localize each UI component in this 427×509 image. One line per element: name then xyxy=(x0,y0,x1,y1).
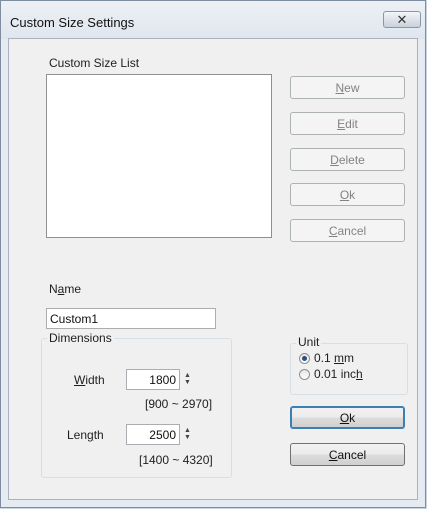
radio-unchecked-icon[interactable] xyxy=(299,368,310,380)
length-range: [1400 ~ 4320] xyxy=(139,453,213,467)
edit-button[interactable]: Edit xyxy=(290,112,405,135)
list-ok-button[interactable]: Ok xyxy=(290,183,405,206)
close-button[interactable]: ✕ xyxy=(383,11,421,28)
spin-down-icon[interactable]: ▼ xyxy=(184,379,191,386)
ok-button[interactable]: Ok xyxy=(290,406,405,429)
spin-up-icon[interactable]: ▲ xyxy=(184,427,191,434)
custom-size-listbox[interactable] xyxy=(46,74,272,238)
name-input[interactable] xyxy=(46,308,216,329)
delete-button[interactable]: Delete xyxy=(290,148,405,171)
width-input[interactable] xyxy=(126,369,180,390)
length-input[interactable] xyxy=(126,424,180,445)
unit-label: Unit xyxy=(296,335,322,349)
unit-option-mm[interactable]: 0.1 mm xyxy=(299,351,354,365)
spin-down-icon[interactable]: ▼ xyxy=(184,434,191,441)
name-label: Name xyxy=(49,282,82,296)
custom-size-list-label: Custom Size List xyxy=(49,56,140,70)
new-button[interactable]: New xyxy=(290,76,405,99)
spin-up-icon[interactable]: ▲ xyxy=(184,372,191,379)
width-range: [900 ~ 2970] xyxy=(145,397,213,411)
cancel-button[interactable]: Cancel xyxy=(290,443,405,466)
close-icon: ✕ xyxy=(396,12,408,27)
length-spinner[interactable]: ▲ ▼ xyxy=(183,426,192,442)
width-label: Width xyxy=(74,373,105,387)
width-spinner[interactable]: ▲ ▼ xyxy=(183,371,192,387)
list-cancel-button[interactable]: Cancel xyxy=(290,219,405,242)
dimensions-label: Dimensions xyxy=(47,331,114,345)
radio-checked-icon[interactable] xyxy=(299,352,310,364)
title-bar[interactable]: Custom Size Settings ✕ xyxy=(1,1,425,39)
length-label: Length xyxy=(67,428,104,442)
unit-option-inch[interactable]: 0.01 inch xyxy=(299,367,363,381)
window-title: Custom Size Settings xyxy=(10,15,135,30)
